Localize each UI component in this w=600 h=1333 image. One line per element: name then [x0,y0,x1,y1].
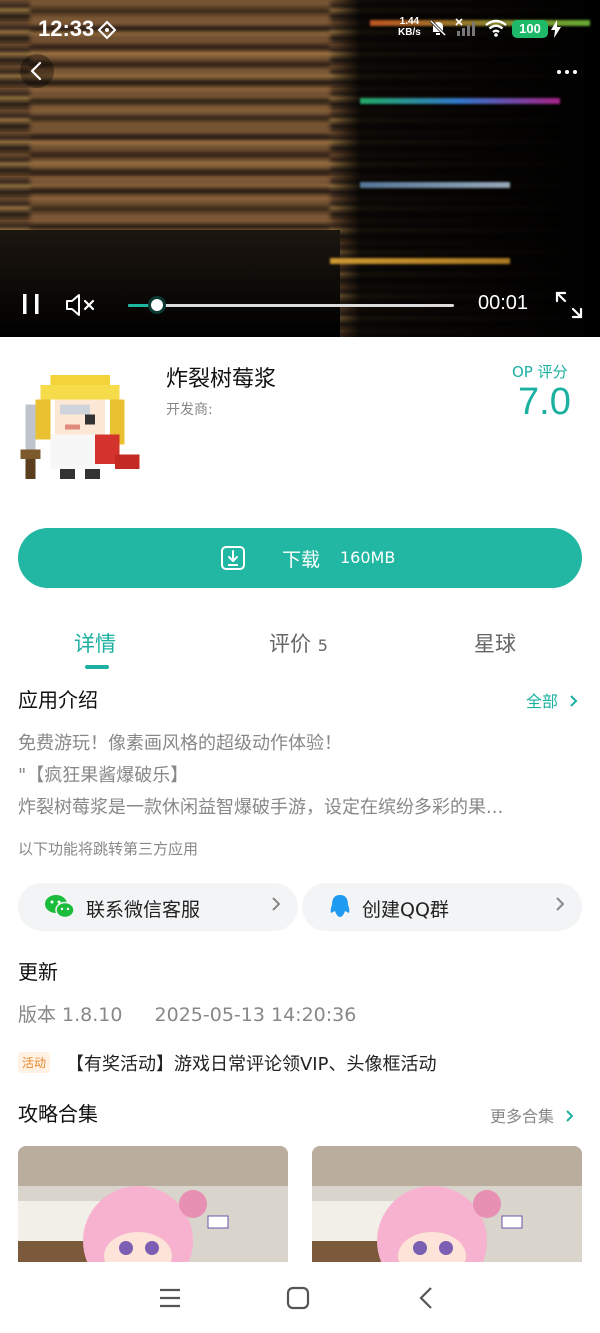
chevron-right-icon [570,695,578,707]
op-rating-score: 7.0 [518,381,571,423]
guides-more-label: 更多合集 [490,1107,555,1126]
home-square-icon [286,1286,310,1310]
guide-card[interactable] [18,1146,288,1271]
chevron-right-icon [270,895,282,918]
guide-card[interactable] [312,1146,582,1271]
intro-more-label: 全部 [526,692,559,711]
wechat-service-button[interactable]: 联系微信客服 [18,883,298,931]
chevron-right-icon [554,895,566,918]
video-glow-stripe [330,258,510,264]
video-progress-knob[interactable] [148,296,167,314]
wifi-icon [484,18,508,42]
fullscreen-icon [555,291,583,319]
guides-more-link[interactable]: 更多合集 [490,1103,577,1127]
qq-group-button[interactable]: 创建QQ群 [302,883,582,931]
tab-active-indicator [85,665,109,669]
pause-button[interactable] [20,292,42,320]
more-options-button[interactable] [556,58,578,83]
tab-details-label: 详情 [74,632,116,656]
qq-penguin-icon [328,893,352,925]
intro-more-link[interactable]: 全部 [526,688,581,712]
qq-label: 创建QQ群 [362,899,449,921]
pause-icon [23,294,39,314]
menu-icon [160,1288,180,1308]
tab-planet[interactable]: 星球 [474,628,516,658]
tab-details[interactable]: 详情 [74,628,116,658]
back-arrow-icon [30,61,42,81]
activity-tag: 活动 [18,1052,51,1073]
guide-card-image [312,1146,582,1271]
app-icon [20,365,150,489]
pixel-character-icon [20,374,140,480]
intro-line-2: "【疯狂果酱爆破乐】 [18,765,189,786]
tab-planet-label: 星球 [474,632,516,656]
version-number: 版本 1.8.10 [18,1004,123,1026]
wechat-label: 联系微信客服 [86,899,201,921]
menu-nav-button[interactable] [158,1287,182,1313]
download-icon [220,545,246,575]
video-progress-bar[interactable] [128,296,454,314]
video-controls: 00:01 [0,280,600,330]
tab-reviews[interactable]: 评价 5 [269,628,328,658]
third-party-note: 以下功能将跳转第三方应用 [18,840,199,858]
back-chevron-icon [419,1287,432,1309]
detail-tabs: 详情 评价 5 星球 [0,620,600,670]
net-speed-unit: KB/s [398,27,421,38]
developer-label: 开发商: [166,402,213,418]
intro-line-3: 炸裂树莓浆是一款休闲益智爆破手游，设定在缤纷多彩的果... [18,797,504,818]
vpn-diamond-icon [97,20,117,44]
status-bar: 12:33 1.44 KB/s 100 [0,0,600,60]
mute-button[interactable] [64,292,100,322]
guide-card-image [18,1146,288,1271]
video-glow-stripe [360,98,560,104]
update-title: 更新 [18,960,58,984]
tab-reviews-label: 评价 [269,632,311,656]
update-date: 2025-05-13 14:20:36 [154,1004,357,1026]
charging-bolt-icon [551,20,561,42]
guides-title: 攻略合集 [18,1102,98,1126]
op-rating-label: OP 评分 [512,363,568,381]
net-speed-value: 1.44 [399,16,420,27]
chevron-right-icon [566,1110,574,1122]
back-button[interactable] [20,54,54,88]
download-button[interactable]: 下载 160MB [18,528,582,588]
activity-link[interactable]: 【有奖活动】游戏日常评论领VIP、头像框活动 [66,1050,436,1076]
wechat-icon [44,892,76,926]
tab-reviews-count: 5 [317,636,328,655]
app-name: 炸裂树莓浆 [166,367,277,392]
back-nav-button[interactable] [416,1286,436,1314]
mute-bell-icon [428,18,448,42]
intro-title: 应用介绍 [18,688,98,712]
signal-icon [455,18,477,42]
download-size: 160MB [340,548,396,567]
video-player[interactable]: 12:33 1.44 KB/s 100 00:01 [0,0,600,337]
download-label: 下载 [282,549,321,571]
intro-line-1: 免费游玩！像素画风格的超级动作体验！ [18,733,342,754]
more-dots-icon [557,70,577,74]
video-glow-stripe [360,182,510,188]
volume-muted-icon [66,294,95,316]
fullscreen-button[interactable] [554,290,584,324]
net-speed: 1.44 KB/s [398,16,421,38]
battery-level: 100 [512,20,548,38]
home-nav-button[interactable] [286,1286,310,1314]
version-info: 版本 1.8.10 2025-05-13 14:20:36 [18,1000,356,1027]
system-nav-bar [0,1262,600,1333]
status-time: 12:33 [38,16,95,41]
video-timecode: 00:01 [478,292,529,314]
